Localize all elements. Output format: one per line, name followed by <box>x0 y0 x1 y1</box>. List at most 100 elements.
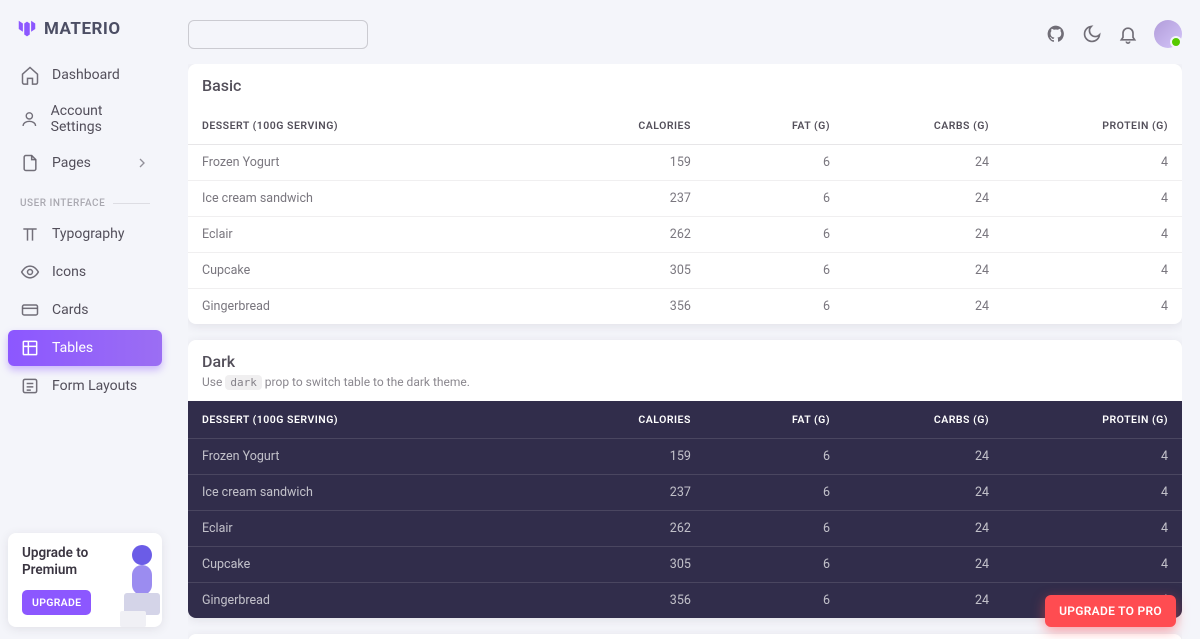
cell-protein: 4 <box>1003 511 1182 547</box>
cell-fat: 6 <box>705 289 844 325</box>
table-row: Eclair2626244 <box>188 511 1182 547</box>
sidebar-item-pages[interactable]: Pages <box>8 145 162 181</box>
th-fat[interactable]: Fat (g) <box>705 107 844 145</box>
cell-fat: 6 <box>705 253 844 289</box>
cell-name: Gingerbread <box>188 289 566 325</box>
sidebar-item-icons[interactable]: Icons <box>8 254 162 290</box>
th-protein[interactable]: Protein (g) <box>1003 107 1182 145</box>
cell-carbs: 24 <box>844 253 1003 289</box>
cell-fat: 6 <box>705 547 844 583</box>
cell-fat: 6 <box>705 439 844 475</box>
eye-icon <box>20 262 40 282</box>
table-icon <box>20 338 40 358</box>
table-row: Cupcake3056244 <box>188 547 1182 583</box>
sidebar-item-label: Cards <box>52 302 88 318</box>
sidebar-item-tables[interactable]: Tables <box>8 330 162 366</box>
table-row: Cupcake3056244 <box>188 253 1182 289</box>
cell-calories: 159 <box>566 145 705 181</box>
cell-protein: 4 <box>1003 439 1182 475</box>
cell-carbs: 24 <box>844 583 1003 619</box>
th-protein[interactable]: Protein (g) <box>1003 401 1182 439</box>
card-title: Basic <box>202 76 1168 95</box>
sidebar-item-form-layouts[interactable]: Form Layouts <box>8 368 162 404</box>
cell-carbs: 24 <box>844 511 1003 547</box>
logo-icon <box>16 18 38 40</box>
table-row: Gingerbread3566244 <box>188 289 1182 325</box>
cell-calories: 305 <box>566 253 705 289</box>
cell-fat: 6 <box>705 511 844 547</box>
table-row: Ice cream sandwich2376244 <box>188 181 1182 217</box>
sidebar-item-cards[interactable]: Cards <box>8 292 162 328</box>
card-subtitle: Use dark prop to switch table to the dar… <box>202 375 1168 389</box>
cell-protein: 4 <box>1003 181 1182 217</box>
upgrade-illustration <box>110 541 174 631</box>
sidebar-item-account-settings[interactable]: Account Settings <box>8 95 162 143</box>
typography-icon <box>20 224 40 244</box>
cell-fat: 6 <box>705 475 844 511</box>
th-calories[interactable]: Calories <box>566 107 705 145</box>
user-icon <box>20 109 39 129</box>
sidebar-item-label: Typography <box>52 226 124 242</box>
table-row: Frozen Yogurt1596244 <box>188 145 1182 181</box>
th-carbs[interactable]: Carbs (g) <box>844 107 1003 145</box>
bell-icon[interactable] <box>1118 24 1138 44</box>
cell-protein: 4 <box>1003 145 1182 181</box>
github-icon[interactable] <box>1046 24 1066 44</box>
cell-calories: 356 <box>566 583 705 619</box>
avatar[interactable] <box>1154 20 1182 48</box>
table-row: Eclair2626244 <box>188 217 1182 253</box>
cell-carbs: 24 <box>844 439 1003 475</box>
cell-name: Cupcake <box>188 253 566 289</box>
brand[interactable]: MATERIO <box>8 12 162 56</box>
cell-fat: 6 <box>705 217 844 253</box>
th-dessert[interactable]: Dessert (100g serving) <box>188 401 566 439</box>
cell-calories: 356 <box>566 289 705 325</box>
upgrade-to-pro-button[interactable]: UPGRADE TO PRO <box>1045 595 1176 627</box>
cell-name: Gingerbread <box>188 583 566 619</box>
cell-carbs: 24 <box>844 289 1003 325</box>
upgrade-button[interactable]: UPGRADE <box>22 590 91 615</box>
table-dark: Dessert (100g serving) Calories Fat (g) … <box>188 401 1182 618</box>
upgrade-premium-card: Upgrade to Premium UPGRADE <box>8 533 162 627</box>
cell-carbs: 24 <box>844 181 1003 217</box>
cell-name: Frozen Yogurt <box>188 145 566 181</box>
theme-toggle-icon[interactable] <box>1082 24 1102 44</box>
sidebar-item-label: Dashboard <box>52 67 120 83</box>
th-carbs[interactable]: Carbs (g) <box>844 401 1003 439</box>
th-dessert[interactable]: Dessert (100g serving) <box>188 107 566 145</box>
cell-name: Ice cream sandwich <box>188 475 566 511</box>
table-row: Frozen Yogurt1596244 <box>188 439 1182 475</box>
sidebar-item-label: Account Settings <box>51 103 150 135</box>
cell-fat: 6 <box>705 145 844 181</box>
cell-name: Cupcake <box>188 547 566 583</box>
cell-name: Frozen Yogurt <box>188 439 566 475</box>
sidebar-item-label: Icons <box>52 264 86 280</box>
cell-name: Eclair <box>188 511 566 547</box>
sidebar-item-dashboard[interactable]: Dashboard <box>8 57 162 93</box>
cell-calories: 237 <box>566 475 705 511</box>
table-basic: Dessert (100g serving) Calories Fat (g) … <box>188 107 1182 324</box>
sidebar-item-label: Tables <box>52 340 93 356</box>
th-calories[interactable]: Calories <box>566 401 705 439</box>
sidebar-item-typography[interactable]: Typography <box>8 216 162 252</box>
card-title: Dark <box>202 352 1168 371</box>
cell-protein: 4 <box>1003 253 1182 289</box>
cell-carbs: 24 <box>844 475 1003 511</box>
home-icon <box>20 65 40 85</box>
card-dense: Dense <box>188 634 1182 639</box>
table-row: Ice cream sandwich2376244 <box>188 475 1182 511</box>
cell-protein: 4 <box>1003 289 1182 325</box>
th-fat[interactable]: Fat (g) <box>705 401 844 439</box>
card-icon <box>20 300 40 320</box>
cell-calories: 262 <box>566 217 705 253</box>
search-box[interactable] <box>188 20 368 49</box>
cell-name: Eclair <box>188 217 566 253</box>
file-icon <box>20 153 40 173</box>
table-row: Gingerbread3566244 <box>188 583 1182 619</box>
chevron-right-icon <box>134 155 150 171</box>
card-basic: Basic Dessert (100g serving) Calories Fa… <box>188 64 1182 324</box>
sidebar-section-ui: User Interface <box>8 182 162 215</box>
search-input[interactable] <box>207 26 388 42</box>
cell-calories: 305 <box>566 547 705 583</box>
cell-carbs: 24 <box>844 547 1003 583</box>
